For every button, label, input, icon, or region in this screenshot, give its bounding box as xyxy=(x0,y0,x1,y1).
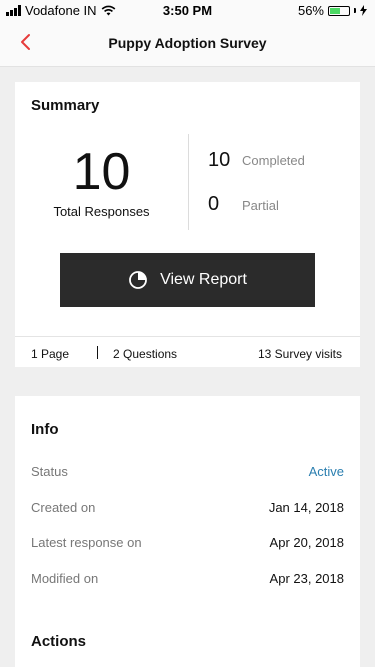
stats-divider xyxy=(188,134,189,230)
pie-chart-icon xyxy=(129,271,147,289)
info-label: Status xyxy=(31,464,68,479)
actions-title: Actions xyxy=(31,633,87,650)
status-bar: Vodafone IN 3:50 PM 56% xyxy=(0,0,375,22)
partial-label: Partial xyxy=(242,198,279,213)
screen: Vodafone IN 3:50 PM 56% Puppy Adoption S… xyxy=(0,0,375,667)
status-value: Active xyxy=(308,464,344,479)
info-label: Created on xyxy=(31,500,96,515)
info-label: Latest response on xyxy=(31,535,142,550)
battery-cap xyxy=(354,8,356,13)
page-title: Puppy Adoption Survey xyxy=(108,35,267,51)
footer-divider xyxy=(97,346,98,359)
info-title: Info xyxy=(31,421,59,438)
summary-title: Summary xyxy=(31,97,100,114)
info-label: Modified on xyxy=(31,571,99,586)
question-count: 2 Questions xyxy=(113,347,178,361)
partial-count: 0 xyxy=(208,193,220,215)
battery-icon xyxy=(328,5,350,16)
modified-value: Apr 23, 2018 xyxy=(269,571,344,586)
battery-percent: 56% xyxy=(297,3,324,18)
summary-card: Summary 10 Total Responses 10 Completed … xyxy=(15,82,360,367)
total-responses-count: 10 xyxy=(72,143,131,201)
info-card: Info Status Active Created on Jan 14, 20… xyxy=(15,396,360,667)
total-responses-label: Total Responses xyxy=(53,204,150,219)
status-right: 56% xyxy=(298,3,367,18)
completed-count: 10 xyxy=(208,149,231,171)
view-report-label: View Report xyxy=(160,271,247,288)
battery-level xyxy=(330,7,341,14)
page-count: 1 Page xyxy=(31,347,70,361)
view-report-button[interactable]: View Report xyxy=(60,253,315,307)
navigation-bar: Puppy Adoption Survey xyxy=(0,22,375,67)
latest-response-value: Apr 20, 2018 xyxy=(269,535,344,550)
charging-icon xyxy=(360,5,367,16)
summary-footer: 1 Page 2 Questions 13 Survey visits xyxy=(15,336,360,368)
completed-label: Completed xyxy=(242,153,305,168)
created-value: Jan 14, 2018 xyxy=(268,500,344,515)
survey-visits: 13 Survey visits xyxy=(257,347,342,361)
